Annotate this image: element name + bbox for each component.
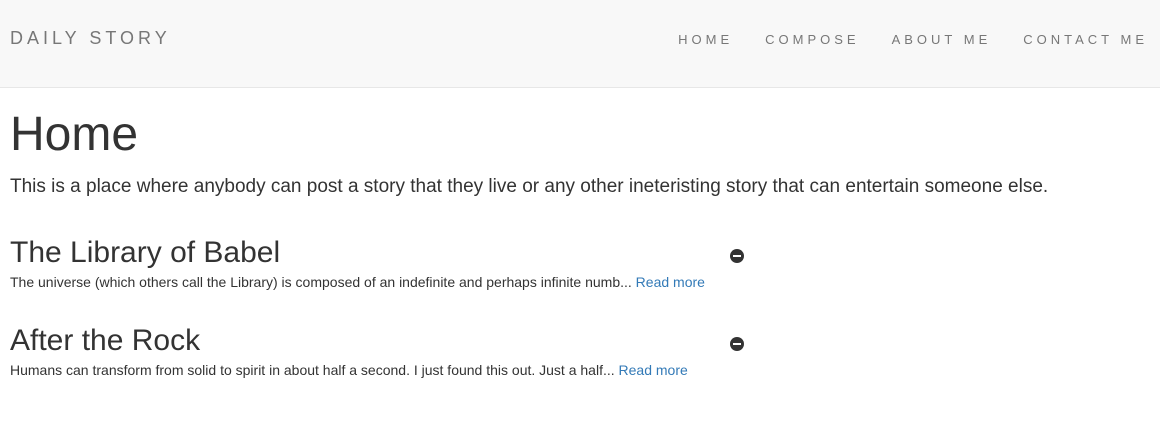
brand-link[interactable]: DAILY STORY — [10, 27, 171, 49]
intro-text: This is a place where anybody can post a… — [10, 176, 1049, 197]
nav-links: HOME COMPOSE ABOUT ME CONTACT ME — [646, 31, 1148, 49]
nav-link-contact-me[interactable]: CONTACT ME — [1023, 32, 1148, 47]
minus-circle-icon[interactable] — [730, 249, 744, 263]
nav-item-home: HOME — [678, 31, 733, 49]
navbar: DAILY STORY HOME COMPOSE ABOUT ME CONTAC… — [0, 0, 1160, 88]
nav-item-about-me: ABOUT ME — [892, 31, 992, 49]
read-more-link[interactable]: Read more — [619, 362, 688, 378]
post-excerpt: Humans can transform from solid to spiri… — [10, 361, 750, 379]
post-excerpt-text: The universe (which others call the Libr… — [10, 274, 632, 290]
nav-link-compose[interactable]: COMPOSE — [765, 32, 859, 47]
nav-item-compose: COMPOSE — [765, 31, 859, 49]
nav-link-home[interactable]: HOME — [678, 32, 733, 47]
nav-item-contact-me: CONTACT ME — [1023, 31, 1148, 49]
nav-link-about-me[interactable]: ABOUT ME — [892, 32, 992, 47]
minus-circle-icon[interactable] — [730, 337, 744, 351]
minus-bar — [733, 255, 741, 257]
post-item: The Library of Babel The universe (which… — [10, 236, 750, 291]
post-title: The Library of Babel — [10, 236, 281, 269]
read-more-link[interactable]: Read more — [636, 274, 705, 290]
minus-bar — [733, 343, 741, 345]
page-title: Home — [10, 108, 139, 161]
post-item: After the Rock Humans can transform from… — [10, 324, 750, 379]
post-excerpt-text: Humans can transform from solid to spiri… — [10, 362, 615, 378]
post-excerpt: The universe (which others call the Libr… — [10, 273, 750, 291]
post-title: After the Rock — [10, 324, 201, 357]
